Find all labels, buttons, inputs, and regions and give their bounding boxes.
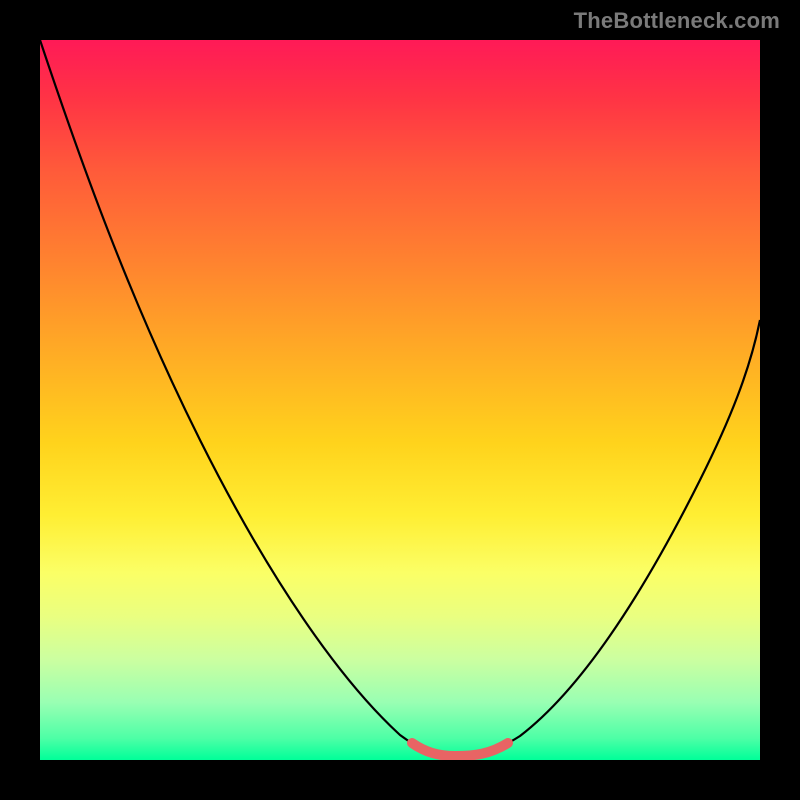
plot-area <box>40 40 760 760</box>
chart-frame: TheBottleneck.com <box>0 0 800 800</box>
watermark-text: TheBottleneck.com <box>574 8 780 34</box>
curve-layer <box>40 40 760 760</box>
optimal-range-highlight <box>412 743 508 756</box>
bottleneck-curve <box>40 40 760 756</box>
